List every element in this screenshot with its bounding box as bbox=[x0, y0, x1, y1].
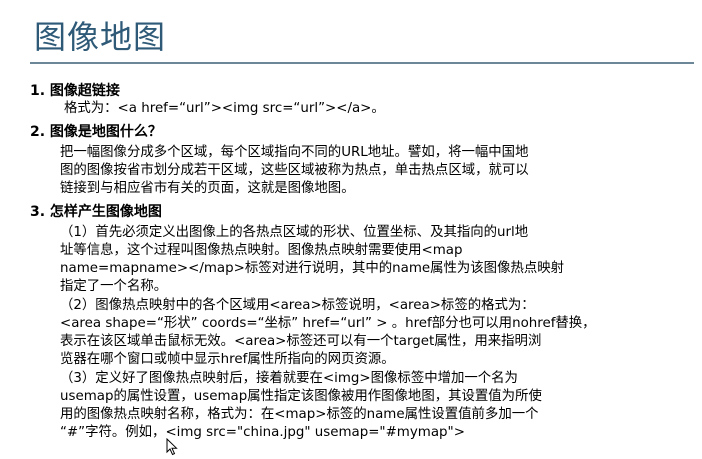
section-2-line-3: 链接到与相应省市有关的页面，这就是图像地图。 bbox=[60, 181, 355, 196]
section-3-paragraph-3-line-4: “#”字符。例如，<img src="china.jpg" usemap="#m… bbox=[60, 425, 465, 440]
section-2-line-1: 把一幅图像分成多个区域，每个区域指向不同的URL地址。譬如，将一幅中国地 bbox=[60, 145, 529, 160]
section-3-paragraph-3-line-2: usemap的属性设置，usemap属性指定该图像被用作图像地图，其设置值为所使 bbox=[60, 389, 542, 404]
section-3-paragraph-1-line-1: （1）首先必须定义出图像上的各热点区域的形状、位置坐标、及其指向的url地 bbox=[60, 225, 529, 240]
title-divider bbox=[30, 62, 694, 64]
section-1-heading: 1. 图像超链接 bbox=[30, 83, 120, 99]
section-1-line-1: 格式为：<a href=“url”><img src=“url”></a>。 bbox=[64, 101, 385, 116]
section-3-paragraph-1-line-4: 指定了一个名称。 bbox=[60, 279, 168, 294]
section-3-heading: 3. 怎样产生图像地图 bbox=[30, 204, 162, 220]
section-3-paragraph-2-line-2: <area shape=“形状” coords=“坐标” href=“url” … bbox=[60, 316, 596, 331]
section-3-paragraph-1-line-2: 址等信息，这个过程叫图像热点映射。图像热点映射需要使用<map bbox=[60, 243, 463, 258]
section-3-paragraph-1-line-3: name=mapname></map>标签对进行说明，其中的name属性为该图像… bbox=[60, 261, 565, 276]
section-2-heading: 2. 图像是地图什么？ bbox=[30, 124, 162, 140]
section-3-paragraph-2-line-1: （2）图像热点映射中的各个区域用<area>标签说明，<area>标签的格式为： bbox=[60, 298, 535, 313]
mouse-pointer-icon bbox=[166, 438, 178, 456]
slide-title: 图像地图 bbox=[34, 18, 167, 56]
section-3-paragraph-3-line-1: （3）定义好了图像热点映射后，接着就要在<img>图像标签中增加一个名为 bbox=[60, 371, 518, 386]
section-3-paragraph-2-line-4: 览器在哪个窗口或帧中显示href属性所指向的网页资源。 bbox=[60, 352, 395, 367]
section-3-paragraph-2-line-3: 表示在该区域单击鼠标无效。<area>标签还可以有一个target属性，用来指明… bbox=[60, 334, 542, 349]
section-3-paragraph-3-line-3: 用的图像热点映射名称，格式为：在<map>标签的name属性设置值前多加一个 bbox=[60, 407, 539, 422]
section-2-line-2: 图的图像按省市划分成若干区域，这些区域被称为热点，单击热点区域，就可以 bbox=[60, 163, 529, 178]
